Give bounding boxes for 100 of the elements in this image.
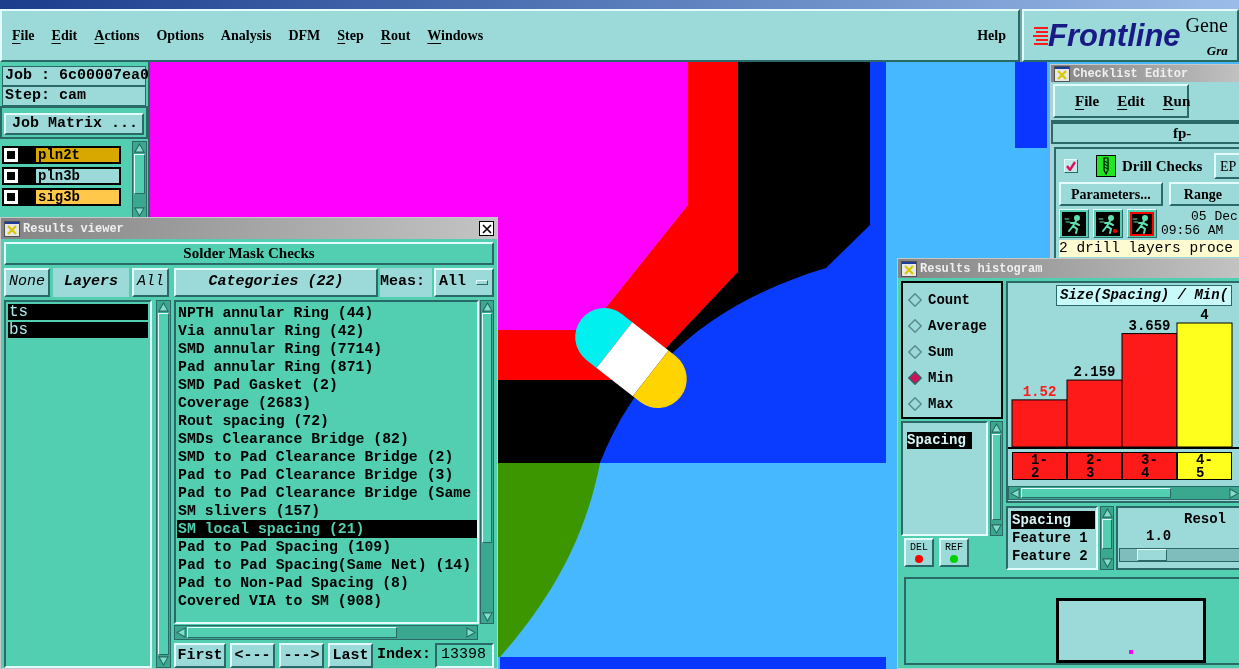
list-item[interactable]: bs [8,322,148,338]
menu-item[interactable]: Analysis [220,25,272,46]
horizontal-scrollbar[interactable] [1008,486,1239,500]
scroll-down-arrow-icon[interactable] [1101,558,1113,568]
run-check-button[interactable] [1093,209,1123,238]
window-menu-icon[interactable] [901,260,917,277]
vertical-scrollbar[interactable] [1100,506,1114,570]
menu-item[interactable]: Edit [1117,89,1145,113]
list-item[interactable]: SM local spacing (21) [177,520,477,538]
window-menu-icon[interactable] [4,220,20,237]
menu-item[interactable]: Windows [427,25,484,46]
list-item[interactable]: Via annular Ring (42) [177,322,477,340]
filter-button[interactable]: All [132,268,169,297]
list-item[interactable]: Spacing [1011,511,1095,529]
ep-button[interactable]: EP [1214,153,1239,179]
menu-item[interactable]: Actions [94,25,140,46]
scrollbar-thumb[interactable] [187,627,397,638]
vertical-scrollbar[interactable] [990,421,1003,536]
scroll-up-arrow-icon[interactable] [134,143,145,153]
slider-thumb[interactable] [1136,549,1167,561]
nav-button[interactable]: <--- [230,643,275,668]
chart-title: Size(Spacing) / Min( [1056,285,1233,306]
index-field[interactable]: 13398 [435,643,494,668]
scrollbar-thumb[interactable] [992,434,1001,520]
window-menu-icon[interactable] [1054,65,1070,82]
scroll-down-arrow-icon[interactable] [134,207,145,217]
data-label: 4 [1200,307,1209,323]
close-button[interactable] [479,221,494,236]
scroll-left-arrow-icon[interactable] [176,627,186,638]
ref-button[interactable]: REF [939,538,969,567]
scroll-right-arrow-icon[interactable] [1229,487,1239,499]
list-item[interactable]: ts [8,304,148,320]
scroll-up-arrow-icon[interactable] [481,302,493,312]
scroll-down-arrow-icon[interactable] [991,524,1002,534]
list-item[interactable]: Covered VIA to SM (908) [177,592,477,610]
list-item[interactable]: Feature 1 [1011,529,1095,547]
scroll-up-arrow-icon[interactable] [1101,508,1113,518]
radio-option[interactable]: Min [908,365,1001,391]
list-item[interactable]: Coverage (2683) [177,394,477,412]
list-item[interactable]: SMDs Clearance Bridge (82) [177,430,477,448]
parameters-button[interactable]: Parameters... [1059,182,1163,206]
list-item[interactable]: Pad to Non-Pad Spacing (8) [177,574,477,592]
menu-item[interactable]: DFM [288,25,321,46]
list-item[interactable]: NPTH annular Ring (44) [177,304,477,322]
run-check-button[interactable] [1059,209,1089,238]
menu-item[interactable]: Help [977,25,1006,46]
menu-item[interactable]: Rout [380,25,411,46]
vertical-scrollbar[interactable] [480,300,494,624]
menu-item[interactable]: Options [156,25,204,46]
scrollbar-thumb[interactable] [482,313,492,543]
menu-item[interactable]: File [1075,89,1100,113]
scroll-up-arrow-icon[interactable] [991,423,1002,433]
del-button[interactable]: DEL [904,538,934,567]
horizontal-scrollbar[interactable] [174,625,478,640]
scrollbar-thumb[interactable] [134,154,145,194]
list-item[interactable]: Pad annular Ring (871) [177,358,477,376]
list-item[interactable]: SMD annular Ring (7714) [177,340,477,358]
layer-row[interactable]: pln2t [2,146,121,164]
scroll-down-arrow-icon[interactable] [481,612,493,622]
nav-button[interactable]: ---> [279,643,324,668]
list-item[interactable]: Spacing [907,432,972,449]
run-check-button[interactable] [1127,209,1157,238]
radio-option[interactable]: Sum [908,339,1001,365]
categories-button[interactable]: Categories (22) [174,268,378,297]
filter-button[interactable]: None [4,268,50,297]
menu-item[interactable]: Edit [51,25,78,46]
list-item[interactable]: Feature 2 [1011,547,1095,565]
job-matrix-button[interactable]: Job Matrix ... [4,113,144,135]
checkbox[interactable] [1064,159,1078,173]
nav-button[interactable]: Last [328,643,373,668]
menu-item[interactable]: File [12,25,35,46]
list-item[interactable]: Pad to Pad Clearance Bridge (Same [177,484,477,502]
list-item[interactable]: SMD Pad Gasket (2) [177,376,477,394]
scrollbar-thumb[interactable] [158,313,169,655]
product-name: Gene [1185,13,1228,37]
list-item[interactable]: SM slivers (157) [177,502,477,520]
vertical-scrollbar[interactable] [156,300,171,668]
list-item[interactable]: Pad to Pad Spacing(Same Net) (14) [177,556,477,574]
vertical-scrollbar[interactable] [132,141,147,219]
layer-row[interactable]: pln3b [2,167,121,185]
radio-option[interactable]: Max [908,391,1001,417]
layer-row[interactable]: sig3b [2,188,121,206]
menu-item[interactable]: Run [1162,89,1191,113]
scroll-up-arrow-icon[interactable] [158,302,169,312]
menu-item[interactable]: Step [337,25,364,46]
scrollbar-thumb[interactable] [1021,488,1171,498]
scroll-right-arrow-icon[interactable] [466,627,476,638]
range-button[interactable]: Range [1168,182,1239,206]
list-item[interactable]: Pad to Pad Spacing (109) [177,538,477,556]
nav-button[interactable]: First [174,643,226,668]
list-item[interactable]: Rout spacing (72) [177,412,477,430]
scroll-left-arrow-icon[interactable] [1010,487,1020,499]
radio-option[interactable]: Average [908,313,1001,339]
radio-option[interactable]: Count [908,287,1001,313]
scroll-down-arrow-icon[interactable] [158,656,169,666]
resolution-slider[interactable] [1119,548,1239,562]
meas-option-menu[interactable]: All [434,268,494,297]
list-item[interactable]: SMD to Pad Clearance Bridge (2) [177,448,477,466]
list-item[interactable]: Pad to Pad Clearance Bridge (3) [177,466,477,484]
scrollbar-thumb[interactable] [1102,519,1112,549]
